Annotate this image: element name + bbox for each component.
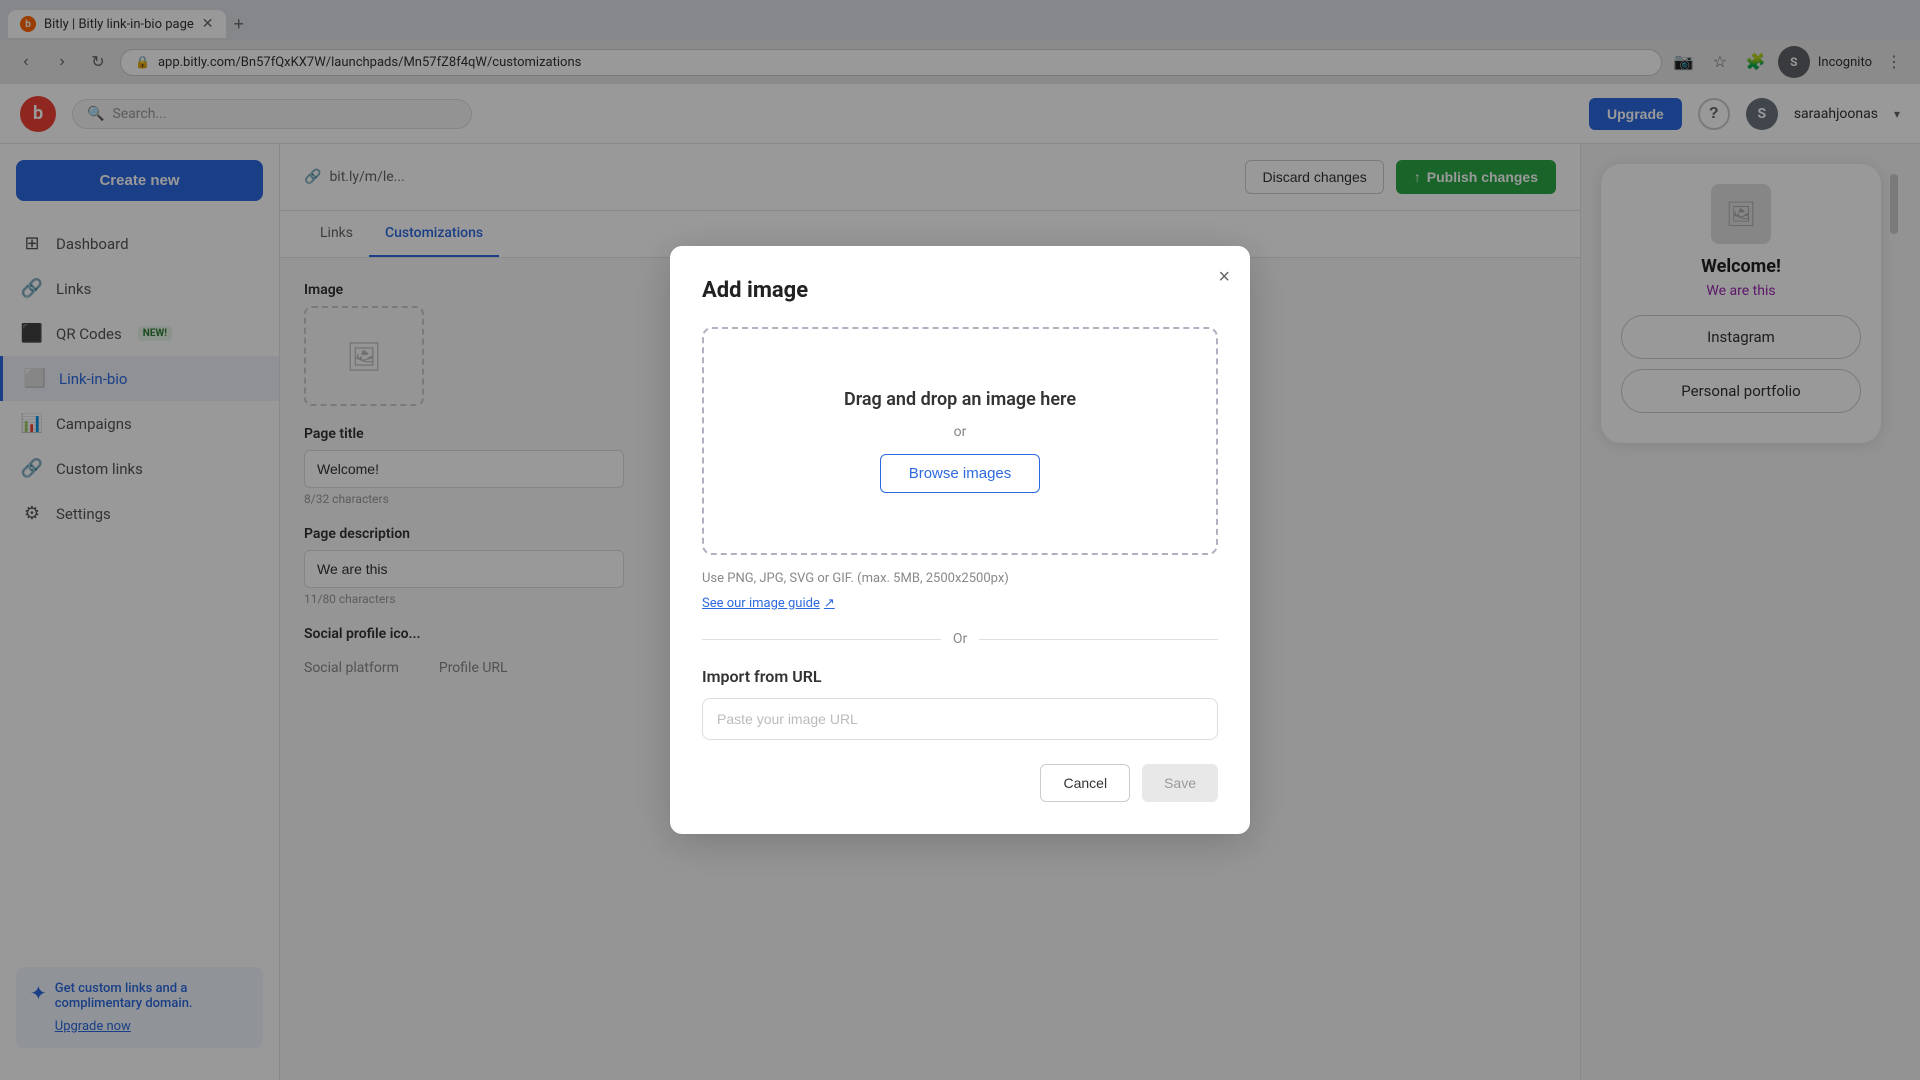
external-link-icon: ↗ xyxy=(824,596,835,611)
drop-zone[interactable]: Drag and drop an image here or Browse im… xyxy=(702,327,1218,555)
browse-images-button[interactable]: Browse images xyxy=(880,454,1041,493)
divider-label: Or xyxy=(953,631,967,647)
modal-close-button[interactable]: × xyxy=(1218,266,1230,289)
image-guide-link[interactable]: See our image guide ↗ xyxy=(702,596,835,611)
add-image-modal: Add image × Drag and drop an image here … xyxy=(670,246,1250,834)
cancel-button[interactable]: Cancel xyxy=(1040,764,1130,802)
divider: Or xyxy=(702,631,1218,647)
url-input[interactable] xyxy=(702,698,1218,740)
image-guide-label: See our image guide xyxy=(702,596,820,611)
drop-text: Drag and drop an image here xyxy=(744,389,1176,410)
import-label: Import from URL xyxy=(702,667,1218,686)
modal-overlay[interactable]: Add image × Drag and drop an image here … xyxy=(0,0,1920,1080)
drop-or: or xyxy=(744,424,1176,440)
modal-footer: Cancel Save xyxy=(702,764,1218,802)
modal-title: Add image xyxy=(702,278,1218,303)
file-hint: Use PNG, JPG, SVG or GIF. (max. 5MB, 250… xyxy=(702,571,1218,586)
save-button[interactable]: Save xyxy=(1142,764,1218,802)
